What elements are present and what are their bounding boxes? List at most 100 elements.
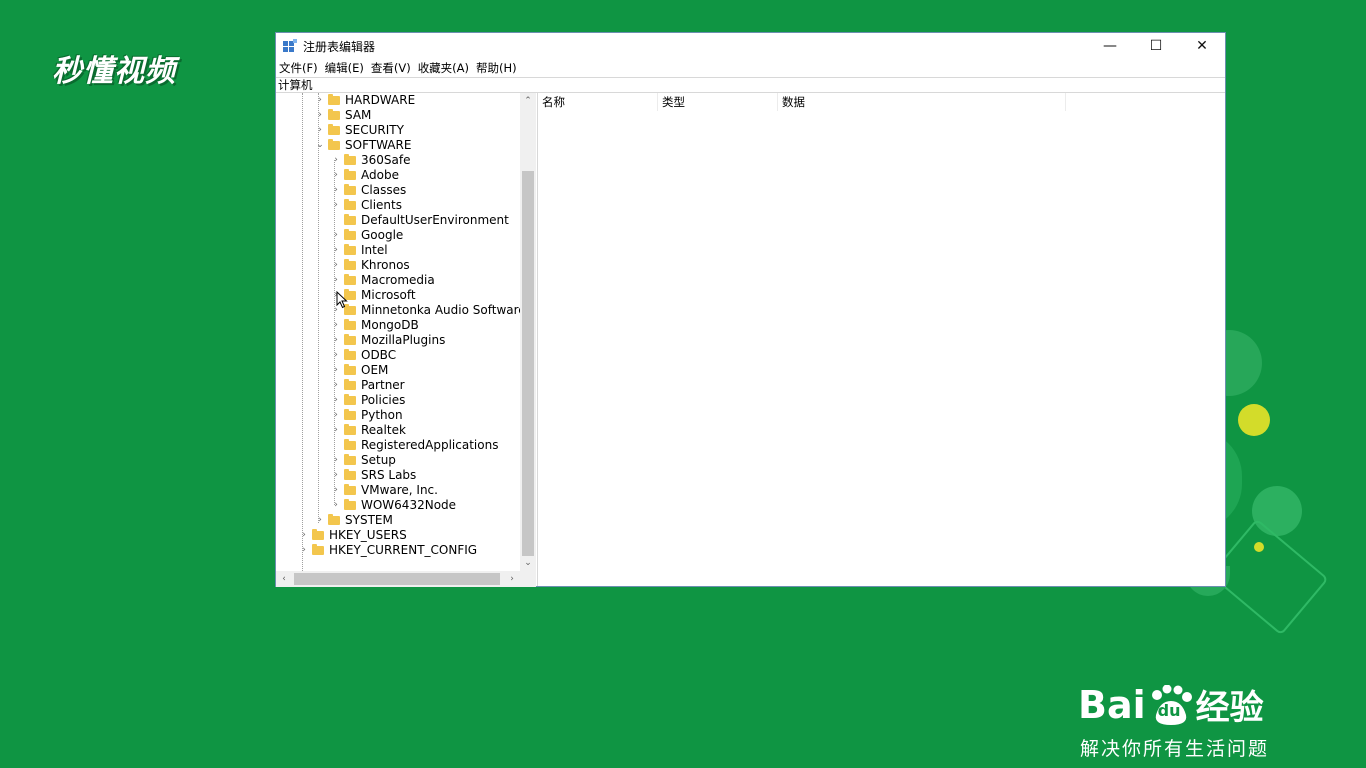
chevron-right-icon[interactable]: ›	[331, 363, 341, 378]
scroll-thumb-horizontal[interactable]	[294, 573, 500, 585]
tree-node[interactable]: › SRS Labs	[276, 468, 520, 483]
scroll-down-arrow[interactable]: ⌄	[520, 555, 536, 571]
folder-icon	[344, 439, 356, 450]
folder-icon	[344, 184, 356, 195]
tree-node[interactable]: › SYSTEM	[276, 513, 520, 528]
tree-node[interactable]: › Adobe	[276, 168, 520, 183]
chevron-right-icon[interactable]: ›	[331, 393, 341, 408]
scroll-right-arrow[interactable]: ›	[504, 571, 520, 587]
tree-node[interactable]: › Google	[276, 228, 520, 243]
maximize-button[interactable]: ☐	[1133, 33, 1179, 59]
folder-icon	[344, 349, 356, 360]
tree-node-label: SRS Labs	[361, 468, 417, 482]
chevron-right-icon[interactable]: ›	[315, 93, 325, 108]
scroll-thumb[interactable]	[522, 171, 534, 556]
tree-node[interactable]: › HARDWARE	[276, 93, 520, 108]
video-watermark: 秒懂视频	[52, 54, 176, 89]
close-button[interactable]: ✕	[1179, 33, 1225, 59]
chevron-right-icon[interactable]: ›	[315, 108, 325, 123]
address-bar[interactable]: 计算机	[276, 77, 1225, 93]
tree-node[interactable]: › Intel	[276, 243, 520, 258]
title-bar[interactable]: 注册表编辑器 — ☐ ✕	[276, 33, 1225, 59]
chevron-right-icon[interactable]: ›	[299, 528, 309, 543]
tree-node-label: VMware, Inc.	[361, 483, 438, 497]
chevron-right-icon[interactable]: ›	[331, 468, 341, 483]
chevron-right-icon[interactable]: ›	[331, 318, 341, 333]
tree-node[interactable]: › Partner	[276, 378, 520, 393]
column-header-data[interactable]: 数据	[778, 93, 1066, 111]
chevron-right-icon[interactable]: ›	[315, 513, 325, 528]
tree-node[interactable]: › Policies	[276, 393, 520, 408]
tree-node[interactable]: › MozillaPlugins	[276, 333, 520, 348]
tree-node[interactable]: RegisteredApplications	[276, 438, 520, 453]
column-header-name[interactable]: 名称	[538, 93, 658, 111]
folder-icon	[344, 244, 356, 255]
tree-node[interactable]: › Python	[276, 408, 520, 423]
folder-icon	[328, 109, 340, 120]
tree-node[interactable]: › 360Safe	[276, 153, 520, 168]
tree-node[interactable]: › MongoDB	[276, 318, 520, 333]
chevron-right-icon[interactable]: ›	[331, 423, 341, 438]
values-pane[interactable]: 名称 类型 数据	[538, 93, 1225, 586]
tree-node-label: Policies	[361, 393, 406, 407]
chevron-right-icon[interactable]: ›	[331, 228, 341, 243]
chevron-right-icon[interactable]: ›	[331, 243, 341, 258]
minimize-button[interactable]: —	[1087, 33, 1133, 59]
tree-node[interactable]: › Khronos	[276, 258, 520, 273]
paw-icon: du	[1148, 684, 1194, 725]
chevron-right-icon[interactable]: ›	[331, 483, 341, 498]
chevron-right-icon[interactable]: ›	[315, 123, 325, 138]
menu-help[interactable]: 帮助(H)	[476, 60, 517, 76]
tree-node[interactable]: › SAM	[276, 108, 520, 123]
chevron-right-icon[interactable]: ›	[331, 378, 341, 393]
chevron-right-icon[interactable]: ›	[299, 543, 309, 558]
tree-node-label: Clients	[361, 198, 402, 212]
tree-node-label: OEM	[361, 363, 389, 377]
chevron-right-icon[interactable]: ›	[331, 453, 341, 468]
chevron-right-icon[interactable]: ›	[331, 183, 341, 198]
tree-node[interactable]: › VMware, Inc.	[276, 483, 520, 498]
menu-file[interactable]: 文件(F)	[279, 60, 318, 76]
menu-edit[interactable]: 编辑(E)	[325, 60, 364, 76]
tree-node[interactable]: › WOW6432Node	[276, 498, 520, 513]
menu-favorites[interactable]: 收藏夹(A)	[418, 60, 469, 76]
chevron-right-icon[interactable]: ›	[331, 408, 341, 423]
chevron-right-icon[interactable]: ›	[331, 498, 341, 513]
tree-node[interactable]: › Macromedia	[276, 273, 520, 288]
tree-node-label: 360Safe	[361, 153, 411, 167]
tree-node[interactable]: ⌄ SOFTWARE	[276, 138, 520, 153]
folder-icon	[344, 319, 356, 330]
tree-node-label: Minnetonka Audio Software	[361, 303, 520, 317]
folder-icon	[344, 469, 356, 480]
chevron-right-icon[interactable]: ›	[331, 333, 341, 348]
tree-vertical-scrollbar[interactable]: ⌃ ⌄	[520, 93, 536, 571]
tree-node[interactable]: › ODBC	[276, 348, 520, 363]
tree-node[interactable]: › Setup	[276, 453, 520, 468]
tree-node[interactable]: › Realtek	[276, 423, 520, 438]
scroll-up-arrow[interactable]: ⌃	[520, 93, 536, 109]
chevron-right-icon[interactable]: ›	[331, 348, 341, 363]
tree-horizontal-scrollbar[interactable]: ‹ ›	[276, 571, 520, 587]
tree-node[interactable]: › SECURITY	[276, 123, 520, 138]
tree-node[interactable]: DefaultUserEnvironment	[276, 213, 520, 228]
tree-node[interactable]: › Clients	[276, 198, 520, 213]
tree-node-label: Intel	[361, 243, 388, 257]
regedit-icon	[283, 39, 297, 53]
folder-icon	[344, 334, 356, 345]
chevron-right-icon[interactable]: ›	[331, 273, 341, 288]
tree-node[interactable]: › Minnetonka Audio Software	[276, 303, 520, 318]
chevron-right-icon[interactable]: ›	[331, 168, 341, 183]
tree-node[interactable]: › HKEY_USERS	[276, 528, 520, 543]
chevron-right-icon[interactable]: ›	[331, 153, 341, 168]
chevron-right-icon[interactable]: ›	[331, 198, 341, 213]
tree-node[interactable]: › OEM	[276, 363, 520, 378]
folder-icon	[344, 499, 356, 510]
chevron-right-icon[interactable]: ›	[331, 258, 341, 273]
menu-view[interactable]: 查看(V)	[371, 60, 411, 76]
tree-node[interactable]: › Microsoft	[276, 288, 520, 303]
chevron-down-icon[interactable]: ⌄	[315, 138, 325, 153]
tree-node[interactable]: › HKEY_CURRENT_CONFIG	[276, 543, 520, 558]
column-header-type[interactable]: 类型	[658, 93, 778, 111]
scroll-left-arrow[interactable]: ‹	[276, 571, 292, 587]
tree-node[interactable]: › Classes	[276, 183, 520, 198]
